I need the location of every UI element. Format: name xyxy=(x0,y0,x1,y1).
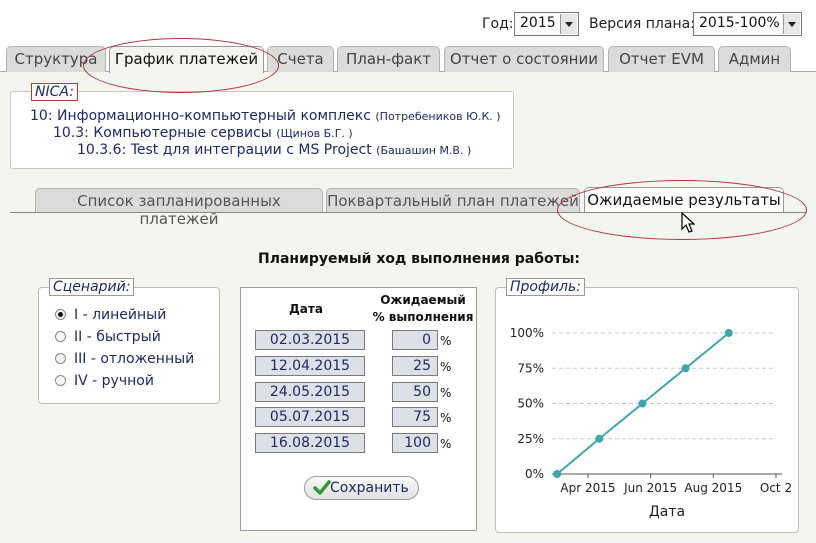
option-label: III - отложенный xyxy=(74,351,195,367)
data-point xyxy=(595,434,604,443)
tab-status-report[interactable]: Отчет о состоянии xyxy=(444,46,604,72)
year-select[interactable]: 2015 xyxy=(514,12,579,36)
year-value: 2015 xyxy=(520,15,556,31)
y-tick-label: 100% xyxy=(510,326,544,340)
tree-item-owner: (Щинов Б.Г. ) xyxy=(276,127,353,140)
save-button[interactable]: Сохранить xyxy=(304,476,419,500)
column-header-pct-line1: Ожидаемый xyxy=(380,293,466,307)
data-point xyxy=(681,364,690,373)
subtab-expected-results[interactable]: Ожидаемые результаты xyxy=(584,187,784,213)
top-bar: Год: 2015 Версия плана: 2015-100% xyxy=(0,0,816,45)
chevron-down-icon[interactable] xyxy=(560,14,577,34)
pct-sign: % xyxy=(440,411,452,425)
tree-item-level1[interactable]: 10: Информационно-компьютерный комплекс … xyxy=(30,108,501,124)
date-field[interactable]: 02.03.2015 xyxy=(255,330,365,350)
column-header-pct-line2: % выполнения xyxy=(372,310,474,324)
column-header-date: Дата xyxy=(289,302,323,316)
x-tick-label: Apr 2015 xyxy=(560,481,615,495)
pct-sign: % xyxy=(440,386,452,400)
radio-icon[interactable] xyxy=(55,353,66,364)
tab-plan-fact[interactable]: План-факт xyxy=(337,46,440,72)
chevron-down-icon[interactable] xyxy=(783,14,800,34)
version-select[interactable]: 2015-100% xyxy=(693,12,802,36)
option-label: II - быстрый xyxy=(74,329,161,345)
x-tick-label: Oct 2 xyxy=(760,481,792,495)
x-tick-label: Jun 2015 xyxy=(623,481,677,495)
data-point xyxy=(724,329,733,337)
option-label: IV - ручной xyxy=(74,373,154,389)
version-label: Версия плана: xyxy=(589,16,695,32)
x-axis-label: Дата xyxy=(649,504,685,520)
mouse-cursor-icon xyxy=(681,212,695,233)
tree-item-owner: (Башашин М.В. ) xyxy=(376,144,472,157)
tab-structure[interactable]: Структура xyxy=(6,46,106,72)
pct-field[interactable]: 25 xyxy=(392,356,438,376)
tree-item-level3[interactable]: 10.3.6: Test для интеграции с MS Project… xyxy=(77,142,471,158)
tree-item-label[interactable]: 10.3: Компьютерные сервисы xyxy=(53,125,272,141)
section-heading: Планируемый ход выполнения работы: xyxy=(258,251,580,267)
tree-item-level2[interactable]: 10.3: Компьютерные сервисы (Щинов Б.Г. ) xyxy=(53,125,353,141)
tab-evm-report[interactable]: Отчет EVM xyxy=(608,46,715,72)
scenario-legend: Сценарий: xyxy=(49,278,135,296)
scenario-option-linear[interactable]: I - линейный xyxy=(55,307,166,323)
x-tick-label: Aug 2015 xyxy=(684,481,742,495)
subtab-planned-payments[interactable]: Список запланированных платежей xyxy=(35,188,323,228)
pct-sign: % xyxy=(440,360,452,374)
subtab-quarterly-plan[interactable]: Поквартальный план платежей xyxy=(326,188,580,213)
data-point xyxy=(553,470,562,478)
tab-payment-schedule[interactable]: График платежей xyxy=(109,46,264,73)
pct-field[interactable]: 0 xyxy=(392,330,438,350)
scenario-option-fast[interactable]: II - быстрый xyxy=(55,329,161,345)
nica-label: NICA: xyxy=(31,83,78,101)
data-point xyxy=(638,399,647,408)
y-tick-label: 75% xyxy=(517,361,544,375)
save-button-label: Сохранить xyxy=(330,480,409,496)
main-tabs: Структура График платежей Счета План-фак… xyxy=(0,45,816,73)
radio-icon[interactable] xyxy=(55,331,66,342)
radio-icon[interactable] xyxy=(55,375,66,386)
profile-legend: Профиль: xyxy=(506,278,585,296)
y-tick-label: 50% xyxy=(517,397,544,411)
radio-icon[interactable] xyxy=(55,309,66,320)
tree-item-owner: (Потребеников Ю.К. ) xyxy=(375,110,501,123)
date-field[interactable]: 16.08.2015 xyxy=(255,433,365,453)
pct-sign: % xyxy=(440,334,452,348)
tab-admin[interactable]: Админ xyxy=(718,46,791,72)
pct-sign: % xyxy=(440,437,452,451)
year-label: Год: xyxy=(482,16,514,32)
date-field[interactable]: 05.07.2015 xyxy=(255,407,365,427)
checkmark-icon xyxy=(313,480,331,495)
scenario-option-delayed[interactable]: III - отложенный xyxy=(55,351,194,367)
date-field[interactable]: 12.04.2015 xyxy=(255,356,365,376)
pct-field[interactable]: 75 xyxy=(392,407,438,427)
tree-item-label[interactable]: 10.3.6: Test для интеграции с MS Project xyxy=(77,142,372,158)
tree-item-label[interactable]: 10: Информационно-компьютерный комплекс xyxy=(30,108,371,124)
option-label: I - линейный xyxy=(74,307,167,323)
date-field[interactable]: 24.05.2015 xyxy=(255,382,365,402)
y-tick-label: 25% xyxy=(517,432,544,446)
pct-field[interactable]: 100 xyxy=(392,433,438,453)
pct-field[interactable]: 50 xyxy=(392,382,438,402)
version-value: 2015-100% xyxy=(699,15,780,31)
tab-accounts[interactable]: Счета xyxy=(267,46,334,72)
y-tick-label: 0% xyxy=(525,467,544,481)
scenario-option-manual[interactable]: IV - ручной xyxy=(55,373,154,389)
profile-chart: 0% 25% 50% 75% 100% Apr 2015 Jun 2015 Aug 2015 O… xyxy=(510,326,792,520)
